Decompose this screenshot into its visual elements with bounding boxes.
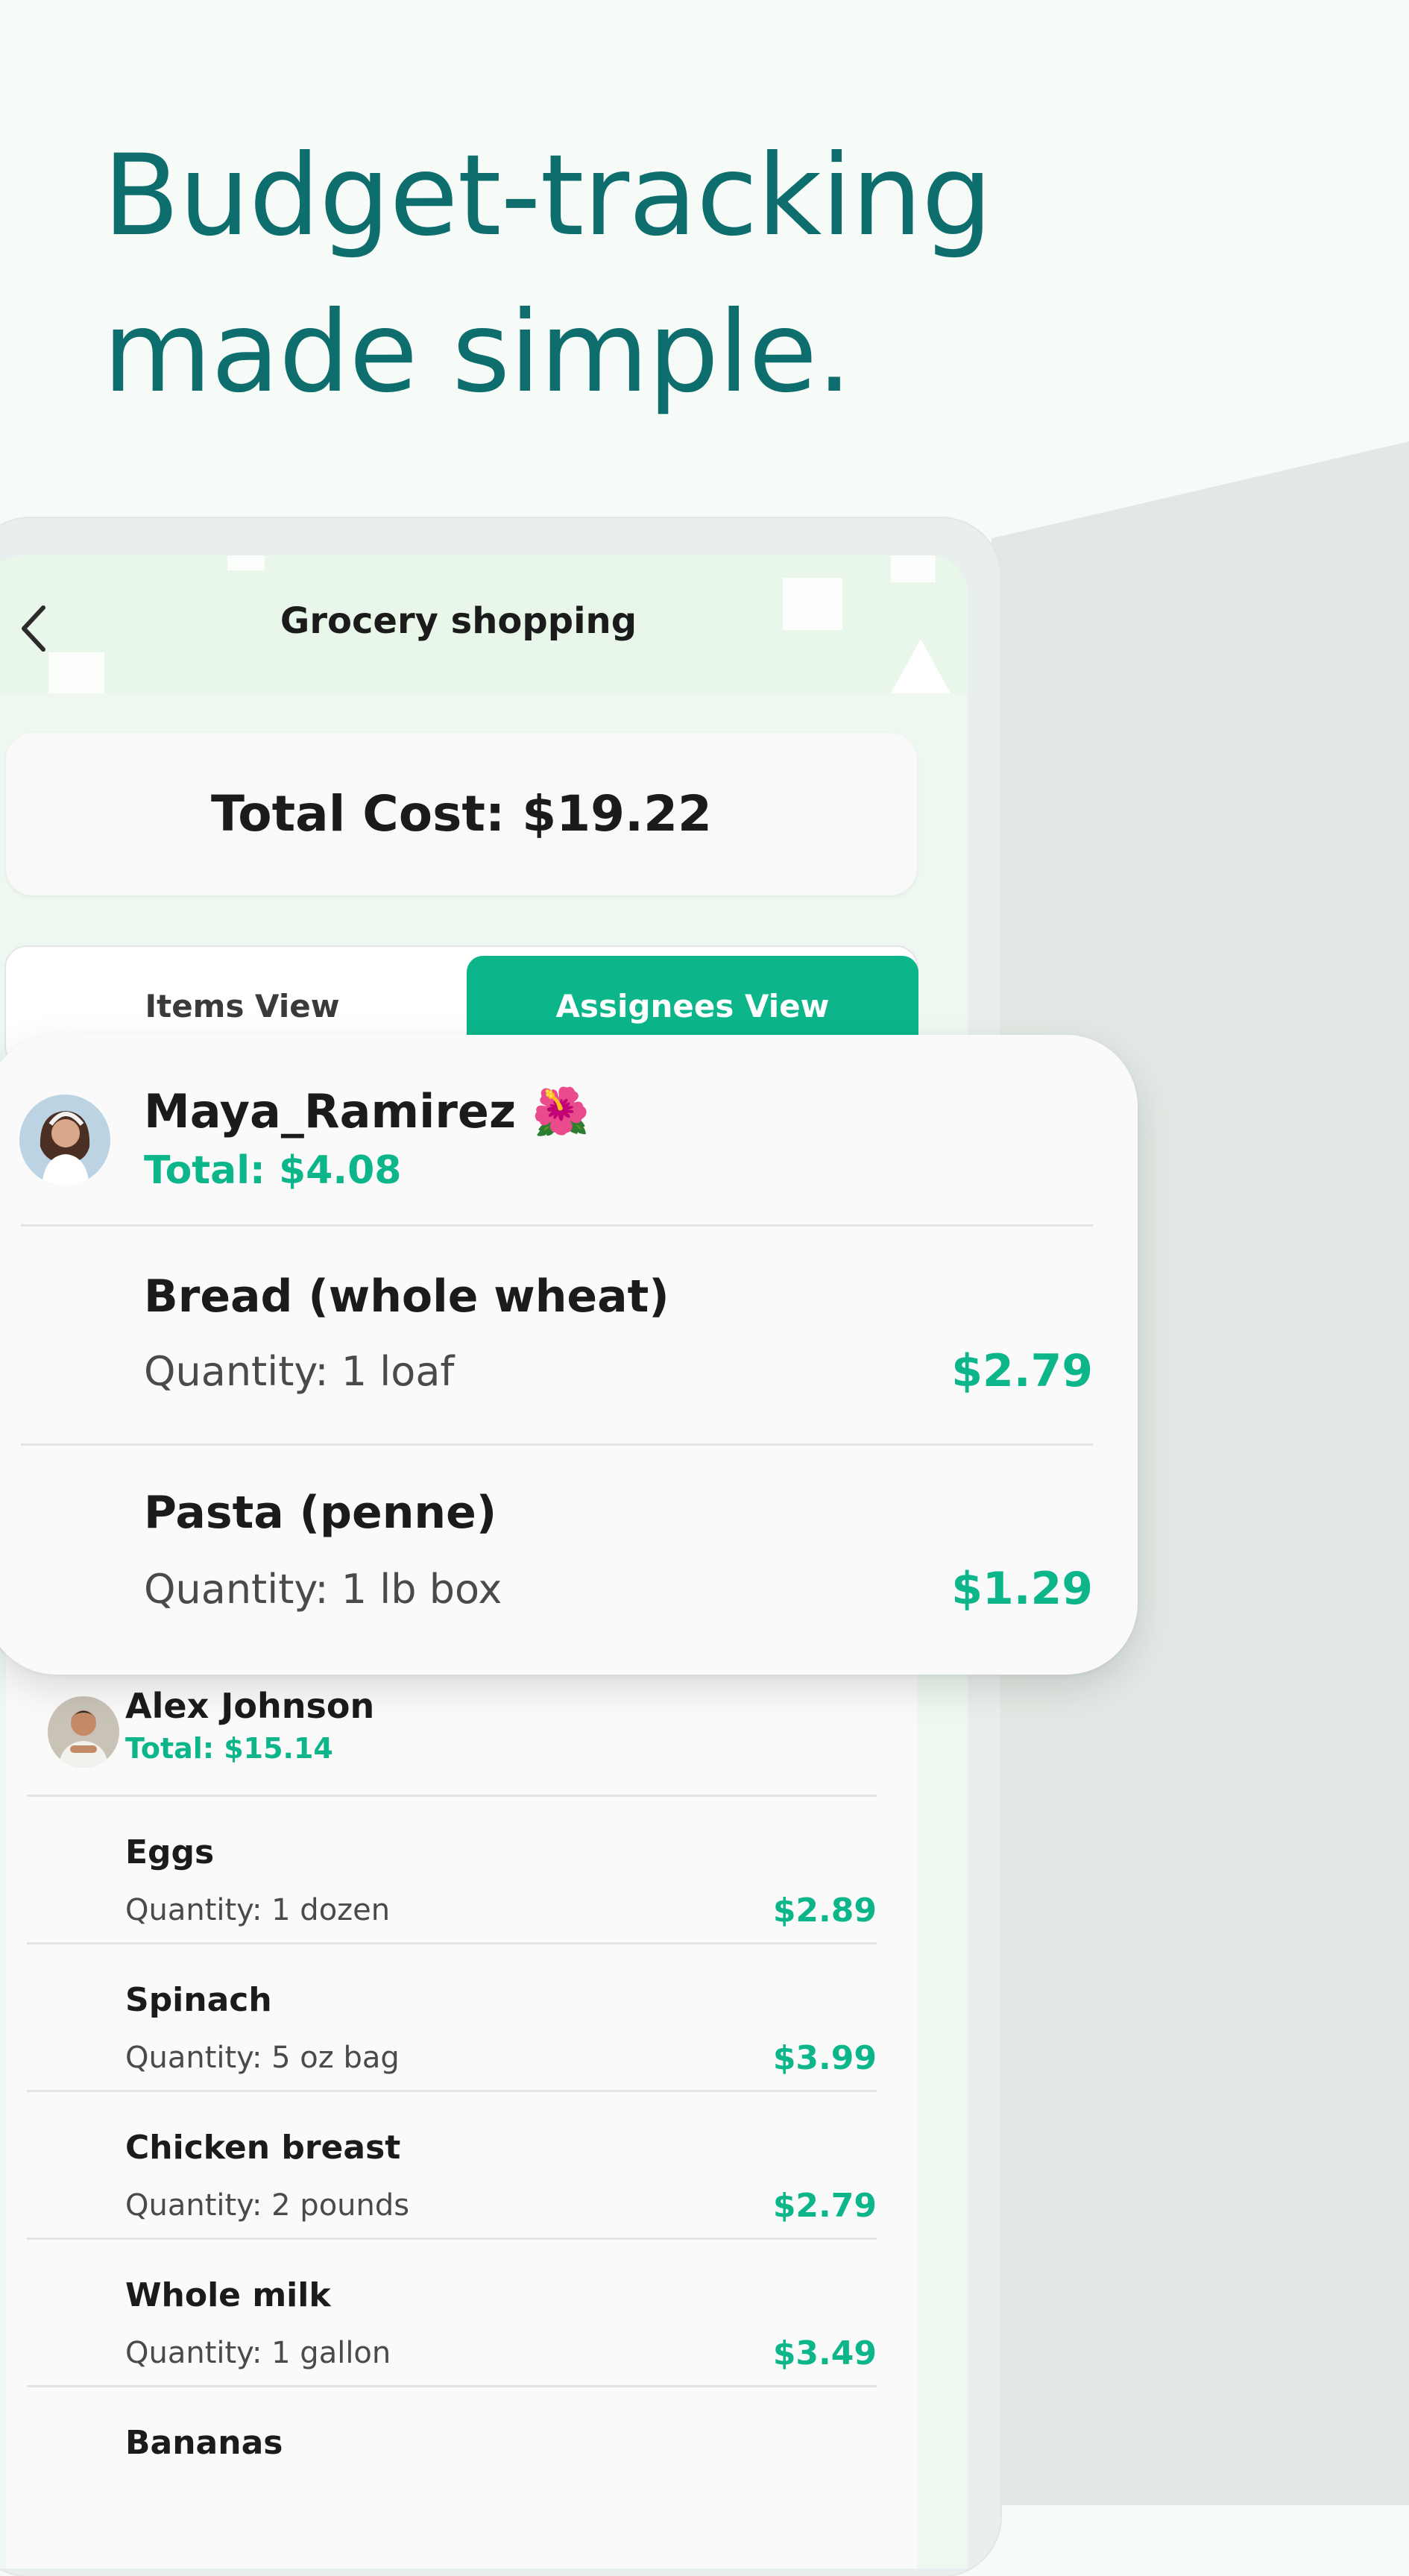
item-price: $2.89 (772, 1892, 877, 1930)
screen-title: Grocery shopping (280, 600, 637, 642)
total-cost-card: Total Cost: $19.22 (6, 733, 917, 895)
list-item[interactable]: Bananas (6, 2385, 917, 2533)
item-name: Whole milk (125, 2276, 331, 2314)
assignee-name: Alex Johnson (125, 1686, 375, 1726)
item-quantity: Quantity: 1 lb box (144, 1566, 502, 1613)
user-avatar-icon (48, 1696, 119, 1768)
item-name: Spinach (125, 1981, 272, 2019)
item-quantity: Quantity: 1 loaf (144, 1348, 455, 1395)
item-quantity: Quantity: 1 gallon (125, 2336, 391, 2370)
item-name: Pasta (penne) (144, 1487, 497, 1539)
item-name: Bread (whole wheat) (144, 1270, 669, 1323)
assignee-name: Maya_Ramirez 🌺 (144, 1084, 590, 1139)
item-name: Chicken breast (125, 2129, 401, 2167)
item-quantity: Quantity: 5 oz bag (125, 2041, 400, 2075)
assignee-total: Total: $15.14 (125, 1732, 333, 1765)
item-price: $1.29 (951, 1563, 1093, 1615)
assignee-card-alex: Alex Johnson Total: $15.14 Eggs Quantity… (6, 1599, 917, 2569)
list-item[interactable]: Spinach Quantity: 5 oz bag $3.99 (6, 1942, 917, 2090)
screen-header: Grocery shopping (0, 555, 968, 693)
item-price: $2.79 (772, 2187, 877, 2225)
headline: Budget-tracking made simple. (103, 118, 1221, 431)
list-item[interactable]: Bread (whole wheat) Quantity: 1 loaf $2.… (0, 1226, 1138, 1443)
list-item[interactable]: Chicken breast Quantity: 2 pounds $2.79 (6, 2090, 917, 2238)
item-quantity: Quantity: 2 pounds (125, 2188, 410, 2223)
list-item[interactable]: Whole milk Quantity: 1 gallon $3.49 (6, 2238, 917, 2385)
headline-line-2: made simple. (103, 288, 852, 418)
item-price: $3.99 (772, 2039, 877, 2077)
item-price: $3.49 (772, 2334, 877, 2372)
headline-line-1: Budget-tracking (103, 131, 992, 261)
item-name: Eggs (125, 1833, 215, 1871)
item-name: Bananas (125, 2424, 283, 2462)
list-item[interactable]: Pasta (penne) Quantity: 1 lb box $1.29 (0, 1445, 1138, 1663)
list-item[interactable]: Eggs Quantity: 1 dozen $2.89 (6, 1795, 917, 1942)
item-price: $2.79 (951, 1345, 1093, 1397)
assignee-total: Total: $4.08 (144, 1148, 402, 1193)
assignee-card-maya: Maya_Ramirez 🌺 Total: $4.08 Bread (whole… (0, 1035, 1138, 1675)
total-cost: Total Cost: $19.22 (211, 785, 712, 843)
item-quantity: Quantity: 1 dozen (125, 1893, 391, 1927)
decor-triangle (891, 639, 951, 693)
user-avatar-icon (19, 1095, 110, 1185)
